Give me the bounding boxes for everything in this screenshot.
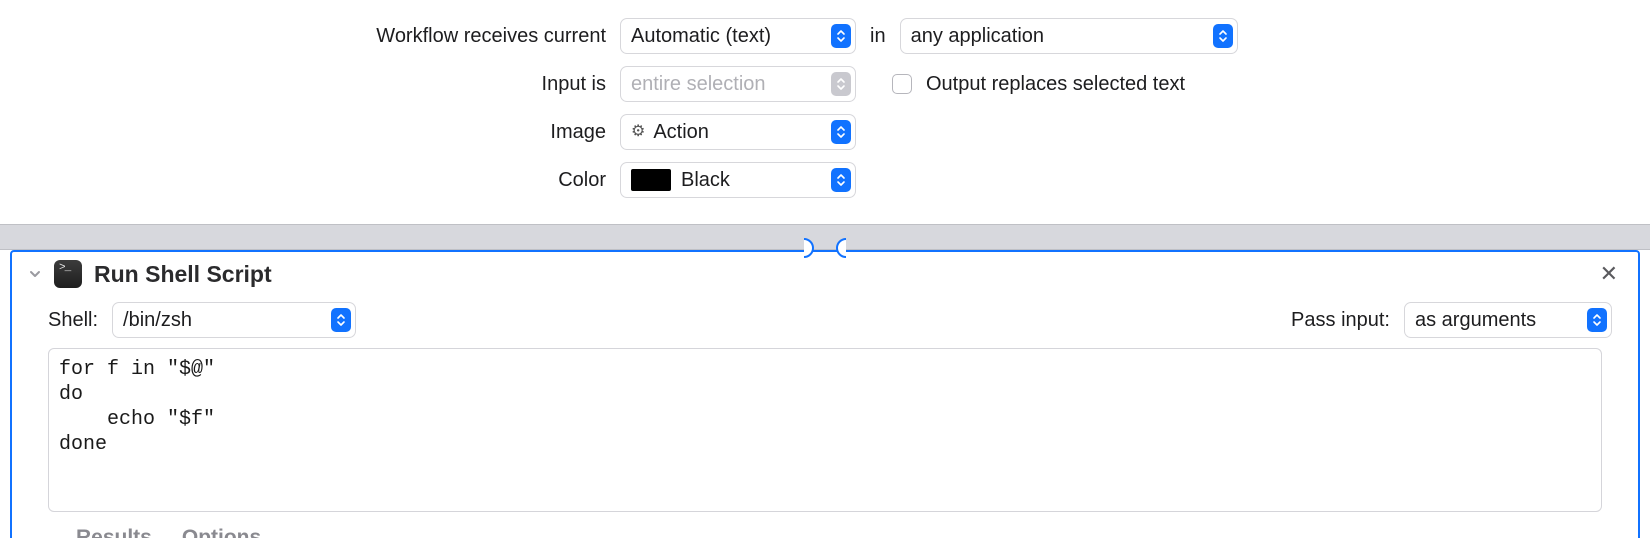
action-title: Run Shell Script bbox=[94, 261, 1594, 288]
options-tab[interactable]: Options bbox=[182, 526, 261, 538]
color-select[interactable]: Black bbox=[620, 162, 856, 198]
disclosure-icon[interactable] bbox=[26, 265, 44, 283]
stepper-icon bbox=[1213, 24, 1233, 48]
workflow-settings: Workflow receives current Automatic (tex… bbox=[0, 0, 1650, 224]
shell-value: /bin/zsh bbox=[123, 303, 192, 337]
run-shell-script-action: Run Shell Script ✕ Shell: /bin/zsh Pass … bbox=[10, 250, 1640, 538]
stepper-icon bbox=[831, 120, 851, 144]
color-label: Color bbox=[40, 169, 620, 192]
receives-select[interactable]: Automatic (text) bbox=[620, 18, 856, 54]
close-icon[interactable]: ✕ bbox=[1594, 261, 1624, 287]
image-select[interactable]: ⚙ Action bbox=[620, 114, 856, 150]
application-value: any application bbox=[911, 19, 1044, 53]
in-label: in bbox=[870, 25, 886, 48]
input-connector bbox=[794, 230, 856, 250]
stepper-icon bbox=[331, 308, 351, 332]
stepper-icon bbox=[831, 24, 851, 48]
input-select: entire selection bbox=[620, 66, 856, 102]
action-footer: Results Options bbox=[12, 512, 1638, 538]
stepper-icon bbox=[1587, 308, 1607, 332]
color-swatch bbox=[631, 169, 671, 191]
pass-input-value: as arguments bbox=[1415, 303, 1536, 337]
output-replaces-checkbox[interactable] bbox=[892, 74, 912, 94]
pass-input-label: Pass input: bbox=[1291, 309, 1390, 332]
input-label: Input is bbox=[40, 73, 620, 96]
results-tab[interactable]: Results bbox=[76, 526, 152, 538]
canvas-divider bbox=[0, 224, 1650, 250]
pass-input-select[interactable]: as arguments bbox=[1404, 302, 1612, 338]
row-input: Input is entire selection Output replace… bbox=[40, 66, 1610, 102]
receives-label: Workflow receives current bbox=[40, 25, 620, 48]
color-value: Black bbox=[681, 163, 730, 197]
application-select[interactable]: any application bbox=[900, 18, 1238, 54]
image-value: Action bbox=[653, 115, 709, 149]
input-value: entire selection bbox=[631, 67, 766, 101]
action-header: Run Shell Script ✕ bbox=[12, 252, 1638, 298]
stepper-icon bbox=[831, 72, 851, 96]
script-textarea[interactable]: for f in "$@" do echo "$f" done bbox=[48, 348, 1602, 512]
terminal-icon bbox=[54, 260, 82, 288]
row-receives: Workflow receives current Automatic (tex… bbox=[40, 18, 1610, 54]
action-controls: Shell: /bin/zsh Pass input: as arguments bbox=[12, 298, 1638, 348]
shell-select[interactable]: /bin/zsh bbox=[112, 302, 356, 338]
row-color: Color Black bbox=[40, 162, 1610, 198]
receives-value: Automatic (text) bbox=[631, 19, 771, 53]
image-label: Image bbox=[40, 121, 620, 144]
stepper-icon bbox=[831, 168, 851, 192]
gear-icon: ⚙ bbox=[631, 115, 645, 149]
row-image: Image ⚙ Action bbox=[40, 114, 1610, 150]
shell-label: Shell: bbox=[48, 309, 98, 332]
output-replaces-label: Output replaces selected text bbox=[926, 73, 1185, 96]
